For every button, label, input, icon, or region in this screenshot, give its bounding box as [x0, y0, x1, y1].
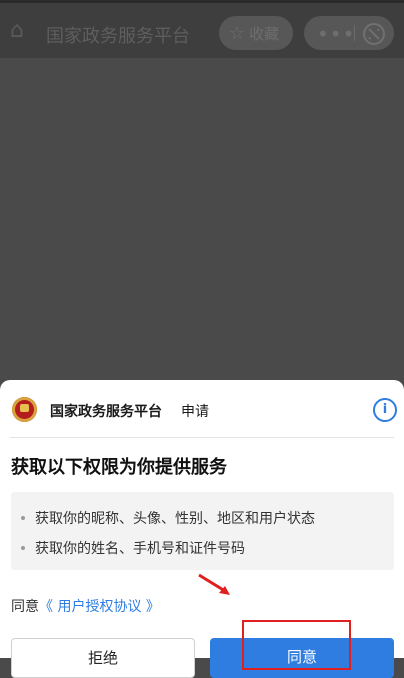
favorite-button[interactable]: ☆ 收藏 [219, 16, 293, 50]
sheet-header: 国家政务服务平台 申请 i [0, 380, 404, 436]
mini-program-title-bar: ⌂ 国家政务服务平台 ☆ 收藏 ••• [0, 0, 404, 58]
app-name: 国家政务服务平台 [50, 404, 162, 420]
agree-prefix: 同意 [11, 599, 39, 615]
permission-list: 获取你的昵称、头像、性别、地区和用户状态 获取你的姓名、手机号和证件号码 [11, 492, 394, 570]
apply-label: 申请 [181, 404, 209, 420]
reject-button[interactable]: 拒绝 [11, 638, 195, 678]
annotation-arrow-icon [198, 573, 230, 595]
bullet-icon [21, 516, 25, 520]
bullet-icon [21, 546, 25, 550]
permission-text: 获取你的姓名、手机号和证件号码 [35, 541, 245, 557]
list-item: 获取你的昵称、头像、性别、地区和用户状态 [21, 508, 315, 528]
authorization-sheet: 国家政务服务平台 申请 i 获取以下权限为你提供服务 获取你的昵称、头像、性别、… [0, 380, 404, 678]
capsule-menu: ••• [304, 16, 394, 50]
user-agreement-link[interactable]: 《 用户授权协议 》 [39, 599, 160, 615]
permission-heading: 获取以下权限为你提供服务 [11, 457, 227, 478]
info-icon[interactable]: i [373, 398, 397, 422]
close-icon[interactable] [363, 23, 385, 45]
star-icon: ☆ [229, 22, 246, 44]
home-icon[interactable]: ⌂ [10, 20, 30, 42]
annotation-highlight-box [242, 620, 351, 670]
page-title: 国家政务服务平台 [46, 26, 190, 47]
favorite-label: 收藏 [249, 24, 280, 43]
app-logo-icon [12, 397, 37, 422]
capsule-divider [354, 25, 355, 41]
permission-text: 获取你的昵称、头像、性别、地区和用户状态 [35, 511, 315, 527]
agreement-line: 同意《 用户授权协议 》 [11, 596, 160, 616]
divider [10, 437, 394, 438]
list-item: 获取你的姓名、手机号和证件号码 [21, 538, 245, 558]
more-icon[interactable]: ••• [317, 22, 355, 46]
